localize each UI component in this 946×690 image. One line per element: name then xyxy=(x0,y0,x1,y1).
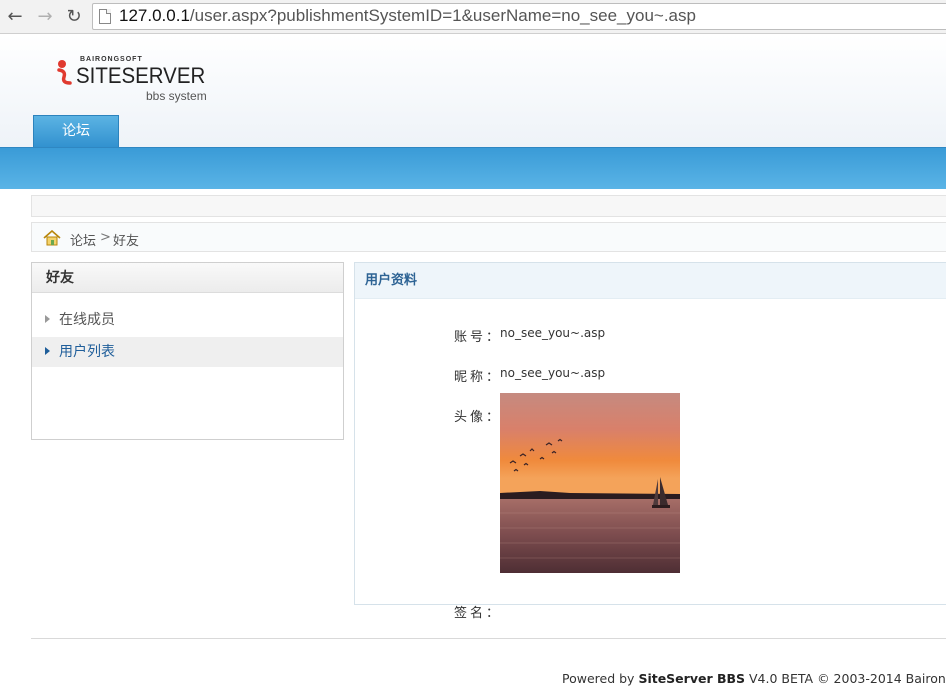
nickname-label: 昵称： xyxy=(454,370,503,385)
tab-forum[interactable]: 论坛 xyxy=(33,115,119,149)
breadcrumb-forum[interactable]: 论坛 xyxy=(70,230,96,249)
signature-label: 签名： xyxy=(454,606,503,621)
logo-company: BAIRONGSOFT xyxy=(80,56,143,63)
chevron-right-icon xyxy=(45,347,50,355)
reload-icon: ↻ xyxy=(66,6,82,27)
nav-band xyxy=(0,147,946,189)
reload-button[interactable]: ↻ xyxy=(63,6,85,28)
breadcrumb-separator: > xyxy=(100,230,111,245)
forward-button[interactable]: → xyxy=(34,6,56,28)
footer-product[interactable]: SiteServer BBS xyxy=(638,671,745,686)
panel-title: 用户资料 xyxy=(355,263,946,299)
nickname-value: no_see_you~.asp xyxy=(500,366,606,380)
logo-product: SITESERVER xyxy=(76,63,206,88)
account-value: no_see_you~.asp xyxy=(500,326,606,340)
sidebar-item-label: 在线成员 xyxy=(59,312,115,328)
footer-suffix: V4.0 BETA © 2003-2014 Bairongsc xyxy=(745,671,946,686)
logo-mark-icon xyxy=(57,60,72,85)
avatar xyxy=(500,393,680,573)
arrow-right-icon: → xyxy=(37,6,53,27)
url-text[interactable]: 127.0.0.1/user.aspx?publishmentSystemID=… xyxy=(119,6,696,26)
logo-tagline: bbs system xyxy=(146,89,207,103)
breadcrumb-friends[interactable]: 好友 xyxy=(113,230,139,249)
sidebar-title: 好友 xyxy=(32,263,343,293)
sidebar: 好友 在线成员 用户列表 xyxy=(31,262,344,440)
sidebar-item-user-list[interactable]: 用户列表 xyxy=(32,337,343,367)
account-label: 账号： xyxy=(454,330,503,345)
footer: Powered by SiteServer BBS V4.0 BETA © 20… xyxy=(562,671,946,686)
url-path: /user.aspx?publishmentSystemID=1&userNam… xyxy=(189,6,696,25)
address-bar[interactable]: 127.0.0.1/user.aspx?publishmentSystemID=… xyxy=(92,3,946,30)
footer-divider xyxy=(31,638,946,639)
avatar-label: 头像： xyxy=(454,410,503,425)
home-icon[interactable] xyxy=(43,230,61,246)
chevron-right-icon xyxy=(45,315,50,323)
browser-toolbar: ← → ↻ 127.0.0.1/user.aspx?publishmentSys… xyxy=(0,0,946,34)
breadcrumb: 论坛 > 好友 xyxy=(31,222,946,252)
sidebar-item-label: 用户列表 xyxy=(59,344,115,360)
sidebar-item-online-members[interactable]: 在线成员 xyxy=(32,305,343,335)
back-button[interactable]: ← xyxy=(4,6,26,28)
url-host: 127.0.0.1 xyxy=(119,6,190,25)
page-icon xyxy=(99,9,111,24)
site-logo[interactable]: BAIRONGSOFT SITESERVER bbs system xyxy=(56,55,226,105)
arrow-left-icon: ← xyxy=(7,6,23,27)
avatar-image xyxy=(500,393,680,573)
site-header: BAIRONGSOFT SITESERVER bbs system 论坛 xyxy=(0,35,946,149)
footer-prefix: Powered by xyxy=(562,671,639,686)
toolbar-strip xyxy=(31,195,946,217)
